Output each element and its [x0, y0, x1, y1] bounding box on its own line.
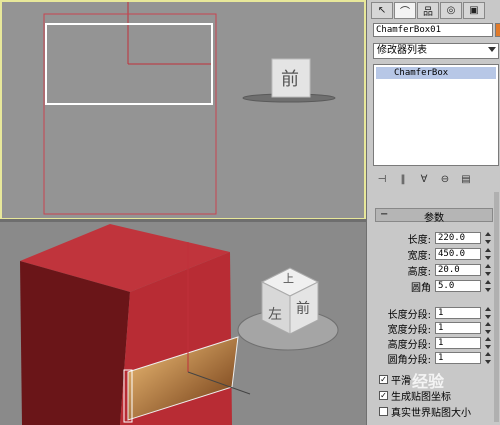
modifier-list-label: 修改器列表 [377, 45, 427, 56]
chevron-down-icon [488, 47, 496, 52]
spinner[interactable] [484, 232, 492, 244]
param-label: 圆角 [411, 282, 431, 294]
segment-row-height: 高度分段: 1 [371, 336, 499, 351]
param-row-length: 长度: 220.0 [371, 231, 499, 246]
parameters-rollout-header[interactable]: − 参数 [375, 208, 493, 224]
hierarchy-tab[interactable]: 品 [417, 2, 439, 19]
cursor-icon: ↖ [377, 5, 387, 16]
panel-scrollbar[interactable] [494, 192, 499, 422]
param-label: 宽度分段: [387, 324, 431, 336]
segment-row-width: 宽度分段: 1 [371, 321, 499, 336]
modifier-list-dropdown[interactable]: 修改器列表 [373, 43, 499, 59]
viewcube-top-label[interactable]: 上 [283, 270, 294, 286]
param-label: 宽度: [407, 250, 431, 262]
checkbox-box[interactable] [379, 406, 388, 416]
spinner[interactable] [484, 352, 492, 364]
param-label: 高度分段: [387, 339, 431, 351]
display-tab[interactable]: ▣ [463, 2, 485, 19]
stack-item-chamferbox[interactable]: ChamferBox [376, 67, 496, 79]
segment-row-fillet: 圆角分段: 1 [371, 351, 499, 366]
object-color-swatch[interactable] [495, 23, 500, 37]
rollout-title: 参数 [424, 213, 444, 224]
spinner[interactable] [484, 280, 492, 292]
param-label: 长度: [407, 234, 431, 246]
width-input[interactable]: 450.0 [435, 248, 481, 260]
viewcube-left-label[interactable]: 左 [268, 304, 282, 324]
spinner[interactable] [484, 248, 492, 260]
length-segs-input[interactable]: 1 [435, 307, 481, 319]
viewport-perspective[interactable]: 上 左 前 [0, 222, 366, 425]
height-segs-input[interactable]: 1 [435, 337, 481, 349]
param-label: 长度分段: [387, 309, 431, 321]
length-input[interactable]: 220.0 [435, 232, 481, 244]
param-row-height: 高度: 20.0 [371, 263, 499, 278]
box-outline [43, 13, 217, 215]
stack-toolbar: ⊣ ‖ ∀ ⊖ ▤ [373, 172, 500, 188]
param-label: 高度: [407, 266, 431, 278]
configure-sets-icon[interactable]: ▤ [457, 172, 475, 186]
checkbox-box[interactable]: ✓ [379, 390, 388, 400]
checkbox-label: 真实世界贴图大小 [391, 407, 471, 419]
spinner[interactable] [484, 264, 492, 276]
spinner[interactable] [484, 322, 492, 334]
segment-row-length: 长度分段: 1 [371, 306, 499, 321]
display-icon: ▣ [469, 5, 479, 16]
modify-tab[interactable]: ⌒ [394, 2, 416, 19]
fillet-input[interactable]: 5.0 [435, 280, 481, 292]
viewport-front[interactable]: 前 [0, 0, 366, 220]
motion-icon: ◎ [446, 5, 456, 16]
param-label: 圆角分段: [387, 354, 431, 366]
param-row-fillet: 圆角 5.0 [371, 279, 499, 294]
viewcube-label[interactable]: 前 [281, 65, 299, 91]
remove-modifier-icon[interactable]: ⊖ [436, 172, 454, 186]
viewcube-front-label[interactable]: 前 [296, 298, 310, 318]
show-end-result-icon[interactable]: ‖ [394, 172, 412, 186]
real-world-map-checkbox[interactable]: 真实世界贴图大小 [379, 404, 471, 419]
object-name-field[interactable]: ChamferBox01 [373, 23, 493, 37]
checkbox-label: 平滑 [391, 375, 411, 387]
height-input[interactable]: 20.0 [435, 264, 481, 276]
spinner[interactable] [484, 337, 492, 349]
fillet-segs-input[interactable]: 1 [435, 352, 481, 364]
checkbox-box[interactable]: ✓ [379, 374, 388, 384]
watermark: 经验 [412, 372, 445, 391]
command-panel: ↖ ⌒ 品 ◎ ▣ ChamferBox01 修改器列表 ChamferBox … [366, 0, 500, 425]
viewport-perspective-canvas [20, 224, 339, 425]
command-tabs: ↖ ⌒ 品 ◎ ▣ [371, 2, 485, 19]
curve-icon: ⌒ [400, 7, 410, 18]
pin-stack-icon[interactable]: ⊣ [373, 172, 391, 186]
spinner[interactable] [484, 307, 492, 319]
motion-tab[interactable]: ◎ [440, 2, 462, 19]
viewport-front-canvas [43, 2, 336, 215]
hierarchy-icon: 品 [423, 7, 433, 18]
create-tab[interactable]: ↖ [371, 2, 393, 19]
smooth-checkbox[interactable]: ✓ 平滑 [379, 372, 411, 387]
modifier-stack[interactable]: ChamferBox [373, 64, 499, 166]
make-unique-icon[interactable]: ∀ [415, 172, 433, 186]
width-segs-input[interactable]: 1 [435, 322, 481, 334]
param-row-width: 宽度: 450.0 [371, 247, 499, 262]
